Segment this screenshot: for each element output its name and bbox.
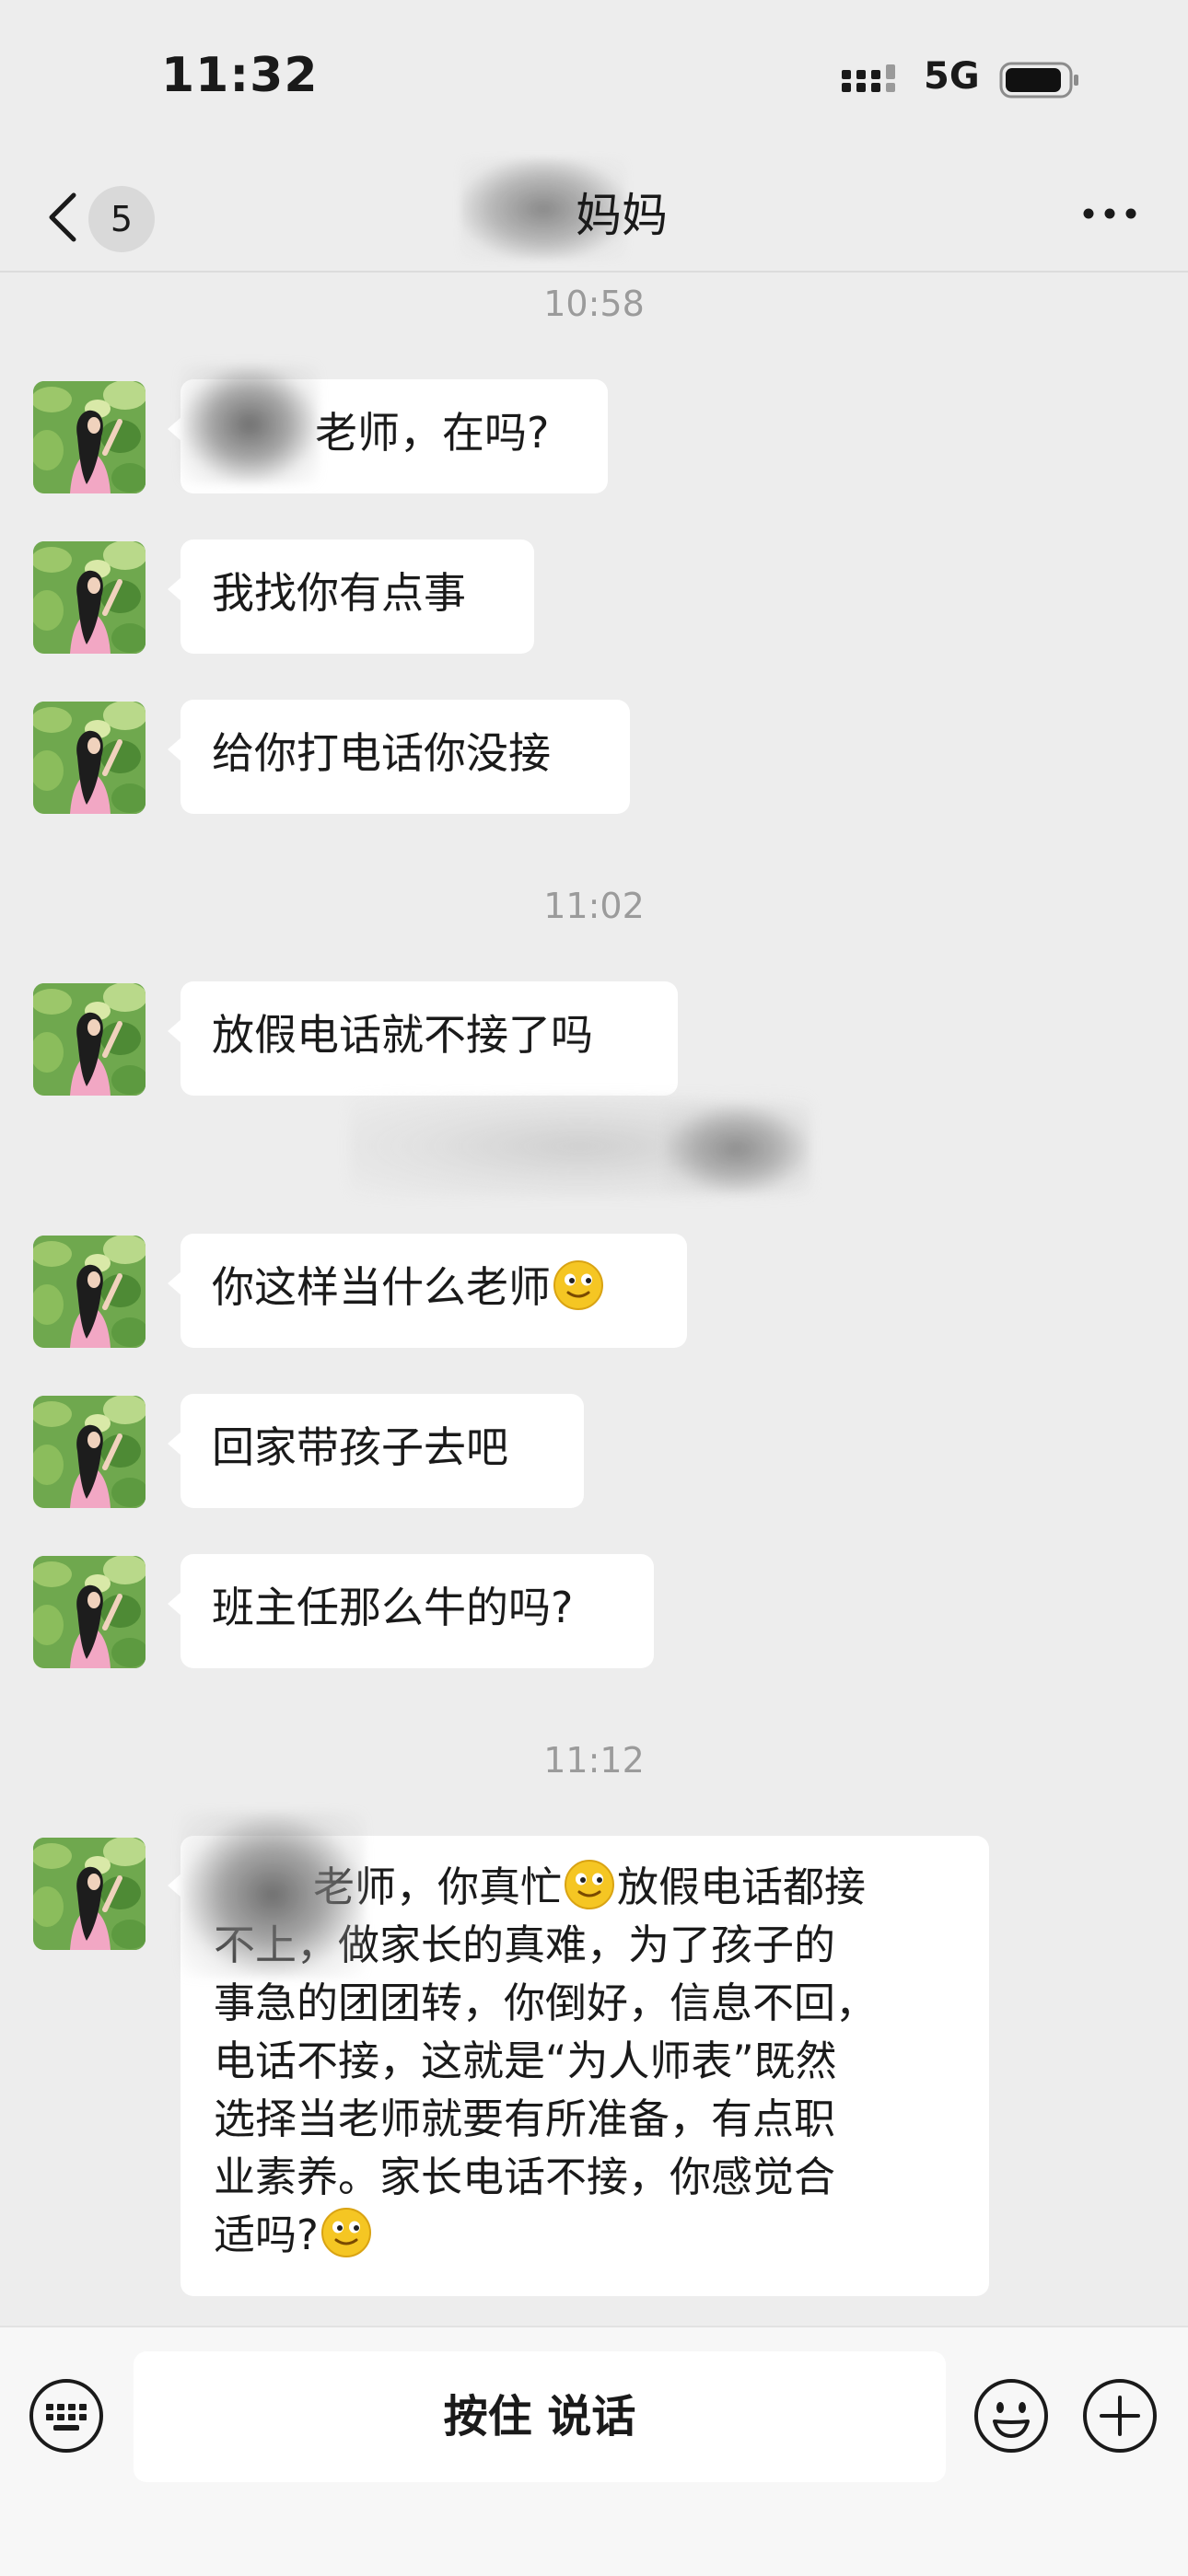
redaction-blur: [663, 1103, 810, 1195]
signal-icon: [842, 64, 895, 92]
timestamp: 10:58: [543, 284, 645, 324]
smiley-emoji-icon: [320, 2207, 372, 2258]
message-text-line: 放假电话都接: [617, 1862, 867, 1911]
emoji-icon[interactable]: [973, 2377, 1050, 2454]
message-text: 放假电话就不接了吗: [212, 1010, 593, 1060]
message-text-line: 适吗?: [214, 2210, 319, 2259]
avatar[interactable]: [33, 541, 146, 654]
message-bubble[interactable]: 放假电话就不接了吗: [168, 981, 678, 1096]
more-icon[interactable]: [1077, 186, 1142, 241]
hold-to-talk-button[interactable]: 按住 说话: [134, 2351, 946, 2482]
avatar[interactable]: [33, 1396, 146, 1508]
battery-icon: [999, 62, 1078, 99]
avatar[interactable]: [33, 983, 146, 1096]
message-text: 班主任那么牛的吗?: [212, 1583, 574, 1632]
network-type: 5G: [924, 55, 980, 98]
avatar[interactable]: [33, 1556, 146, 1668]
message-bubble[interactable]: 我找你有点事: [168, 540, 534, 654]
message-bubble[interactable]: 你这样当什么老师: [168, 1234, 687, 1348]
message-text: 回家带孩子去吧: [212, 1422, 508, 1472]
message-bubble[interactable]: 给你打电话你没接: [168, 700, 630, 814]
message-text-line: 电话不接，这就是“为人师表”既然: [214, 2036, 837, 2085]
message-text-line: 选择当老师就要有所准备，有点职: [214, 2094, 836, 2143]
avatar[interactable]: [33, 1838, 146, 1950]
input-bar: 按住 说话: [0, 2326, 1188, 2576]
message-bubble[interactable]: 班主任那么牛的吗?: [168, 1554, 654, 1668]
message-text: 我找你有点事: [212, 568, 466, 618]
message-text-line: 业素养。家长电话不接，你感觉合: [214, 2152, 836, 2201]
redaction-blur: [181, 365, 319, 484]
avatar[interactable]: [33, 381, 146, 493]
keyboard-icon[interactable]: [28, 2377, 105, 2454]
smiley-emoji-icon: [564, 1859, 615, 1910]
plus-icon[interactable]: [1081, 2377, 1159, 2454]
timestamp: 11:02: [543, 886, 645, 926]
message-text: 你这样当什么老师: [212, 1262, 551, 1312]
smiley-emoji-icon: [553, 1259, 604, 1311]
status-bar: 11:32 5G: [0, 0, 1188, 157]
avatar[interactable]: [33, 1236, 146, 1348]
chat-title: 妈妈: [576, 189, 668, 242]
timestamp: 11:12: [543, 1740, 645, 1781]
redaction-blur: [181, 1812, 365, 1978]
chat-header: 5 妈妈: [0, 157, 1188, 273]
avatar[interactable]: [33, 702, 146, 814]
message-text: 老师，在吗?: [315, 408, 550, 458]
message-bubble[interactable]: 回家带孩子去吧: [168, 1394, 584, 1508]
status-time: 11:32: [161, 48, 319, 103]
message-text: 给你打电话你没接: [212, 728, 551, 778]
message-text-line: 事急的团团转，你倒好，信息不回，: [214, 1978, 878, 2027]
